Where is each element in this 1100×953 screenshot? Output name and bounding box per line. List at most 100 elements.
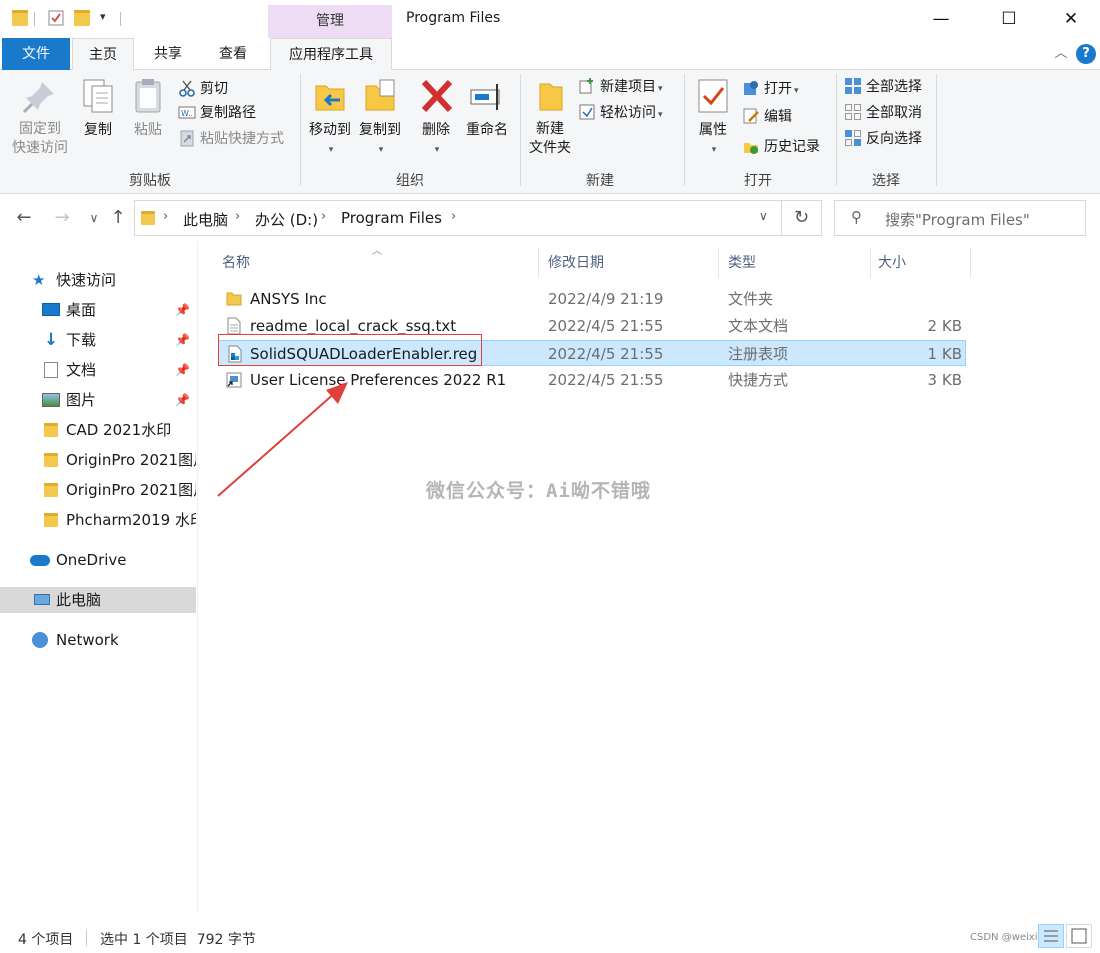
divider[interactable] [538,248,539,278]
maximize-button[interactable]: ☐ [986,0,1032,38]
sidebar-item-network[interactable]: Network [0,627,196,653]
delete-label: 删除 [422,122,450,138]
sidebar-item-onedrive[interactable]: OneDrive [0,547,196,573]
sidebar-item-label: 下载 [66,331,97,349]
network-icon [32,632,48,648]
paste-icon [135,79,161,113]
forward-arrow-icon[interactable]: → [50,206,74,230]
divider [936,74,937,186]
invert-selection-label: 反向选择 [866,131,922,147]
rename-button[interactable]: 重命名 [462,76,512,140]
invert-selection-button[interactable]: 反向选择 [844,128,922,150]
breadcrumb-separator-icon[interactable]: › [163,209,168,224]
paste-label: 粘贴 [134,122,162,138]
address-bar[interactable]: › 此电脑 › 办公 (D:) › Program Files › ∨ [134,200,782,236]
sidebar-item-this-pc[interactable]: 此电脑 [0,587,196,613]
edit-button[interactable]: 编辑 [742,106,792,128]
file-size: 2 KB [927,317,962,335]
sidebar-item-desktop[interactable]: 桌面 📌 [0,297,196,323]
sidebar-item-pycharm-watermark[interactable]: Phcharm2019 水印 [0,507,196,533]
address-history-chevron-icon[interactable]: ∨ [759,209,768,223]
pin-icon[interactable]: 📌 [175,327,190,353]
tab-share[interactable]: 共享 [140,38,196,70]
minimize-button[interactable]: — [918,0,964,38]
tab-view[interactable]: 查看 [204,38,262,70]
sidebar-item-cad-watermark[interactable]: CAD 2021水印 [0,417,196,443]
column-header-name[interactable]: 名称 [222,252,250,272]
copy-button[interactable]: 复制 [76,76,120,140]
open-label: 打开 [764,81,792,97]
breadcrumb-drive-d[interactable]: 办公 (D:) [255,209,318,230]
up-arrow-icon[interactable]: ↑ [106,206,130,230]
sidebar-item-label: Network [56,631,119,649]
file-date: 2022/4/9 21:19 [548,290,664,308]
file-row[interactable]: ANSYS Inc 2022/4/9 21:19 文件夹 [218,286,966,312]
tab-app-tools[interactable]: 应用程序工具 [270,38,392,71]
close-button[interactable]: ✕ [1048,0,1094,38]
select-none-button[interactable]: 全部取消 [844,102,922,124]
sort-ascending-icon: ︿ [372,246,382,257]
divider[interactable] [870,248,871,278]
recent-locations-chevron-icon[interactable]: ∨ [82,206,106,230]
details-view-button[interactable] [1038,924,1064,948]
pin-icon[interactable]: 📌 [175,387,190,413]
select-all-button[interactable]: 全部选择 [844,76,922,98]
new-folder-button[interactable]: 新建 文件夹 [524,76,576,158]
breadcrumb-this-pc[interactable]: 此电脑 [183,209,228,230]
column-header-size[interactable]: 大小 [878,252,906,272]
column-header-date-modified[interactable]: 修改日期 [548,252,604,272]
help-icon[interactable]: ? [1076,44,1096,64]
customize-quick-access-icon[interactable]: ▾ [100,10,106,23]
pin-icon[interactable]: 📌 [175,357,190,383]
copy-path-button[interactable]: W.. 复制路径 [178,102,256,124]
tab-home[interactable]: 主页 [72,38,134,71]
properties-button[interactable]: 属性 ▾ [692,76,734,160]
breadcrumb-separator-icon[interactable]: › [451,209,456,224]
copy-to-button[interactable]: 复制到 ▾ [356,76,404,160]
history-button[interactable]: 历史记录 [742,136,820,158]
sidebar-item-originpro-1[interactable]: OriginPro 2021图片 [0,447,196,473]
search-box[interactable]: ⚲ 搜索"Program Files" [834,200,1086,236]
breadcrumb-separator-icon[interactable]: › [321,209,326,224]
sidebar-item-pictures[interactable]: 图片 📌 [0,387,196,413]
refresh-button[interactable]: ↻ [782,200,822,236]
sidebar-item-originpro-2[interactable]: OriginPro 2021图片 [0,477,196,503]
sidebar-item-downloads[interactable]: ↓ 下载 📌 [0,327,196,353]
new-folder-label-line1: 新建 [536,121,564,137]
tab-file[interactable]: 文件 [2,38,70,70]
folder-icon [44,423,58,437]
divider[interactable] [718,248,719,278]
file-date: 2022/4/5 21:55 [548,371,664,389]
paste-button[interactable]: 粘贴 [126,76,170,140]
collapse-ribbon-icon[interactable]: ︿ [1052,42,1070,61]
sidebar-item-documents[interactable]: 文档 📌 [0,357,196,383]
divider [520,74,521,186]
divider [120,12,121,26]
file-type: 注册表项 [728,345,789,363]
breadcrumb-separator-icon[interactable]: › [235,209,240,224]
new-folder-icon [539,83,563,111]
manage-context-tab[interactable]: 管理 [268,5,392,38]
new-folder-quick-icon[interactable] [74,10,90,26]
large-icons-view-button[interactable] [1066,924,1092,948]
pin-to-quick-access-button[interactable]: 固定到 快速访问 [8,76,72,158]
copy-to-icon [365,79,395,111]
back-arrow-icon[interactable]: ← [12,206,36,230]
open-button[interactable]: 打开 ▾ [742,78,799,100]
cut-button[interactable]: 剪切 [178,78,228,100]
divider[interactable] [970,248,971,278]
refresh-icon: ↻ [793,207,810,228]
breadcrumb-program-files[interactable]: Program Files [341,209,442,227]
easy-access-button[interactable]: 轻松访问 ▾ [578,102,663,124]
paste-shortcut-button[interactable]: 粘贴快捷方式 [178,128,284,150]
sidebar-item-quick-access[interactable]: ★ 快速访问 [0,267,196,293]
properties-quick-icon[interactable] [48,10,64,26]
text-file-icon [226,317,242,335]
new-item-button[interactable]: 新建项目 ▾ [578,76,663,98]
rename-icon [470,84,500,110]
pin-icon[interactable]: 📌 [175,297,190,323]
file-size: 1 KB [927,345,962,363]
delete-button[interactable]: 删除 ▾ [416,76,456,160]
move-to-button[interactable]: 移动到 ▾ [306,76,354,160]
column-header-type[interactable]: 类型 [728,252,756,272]
